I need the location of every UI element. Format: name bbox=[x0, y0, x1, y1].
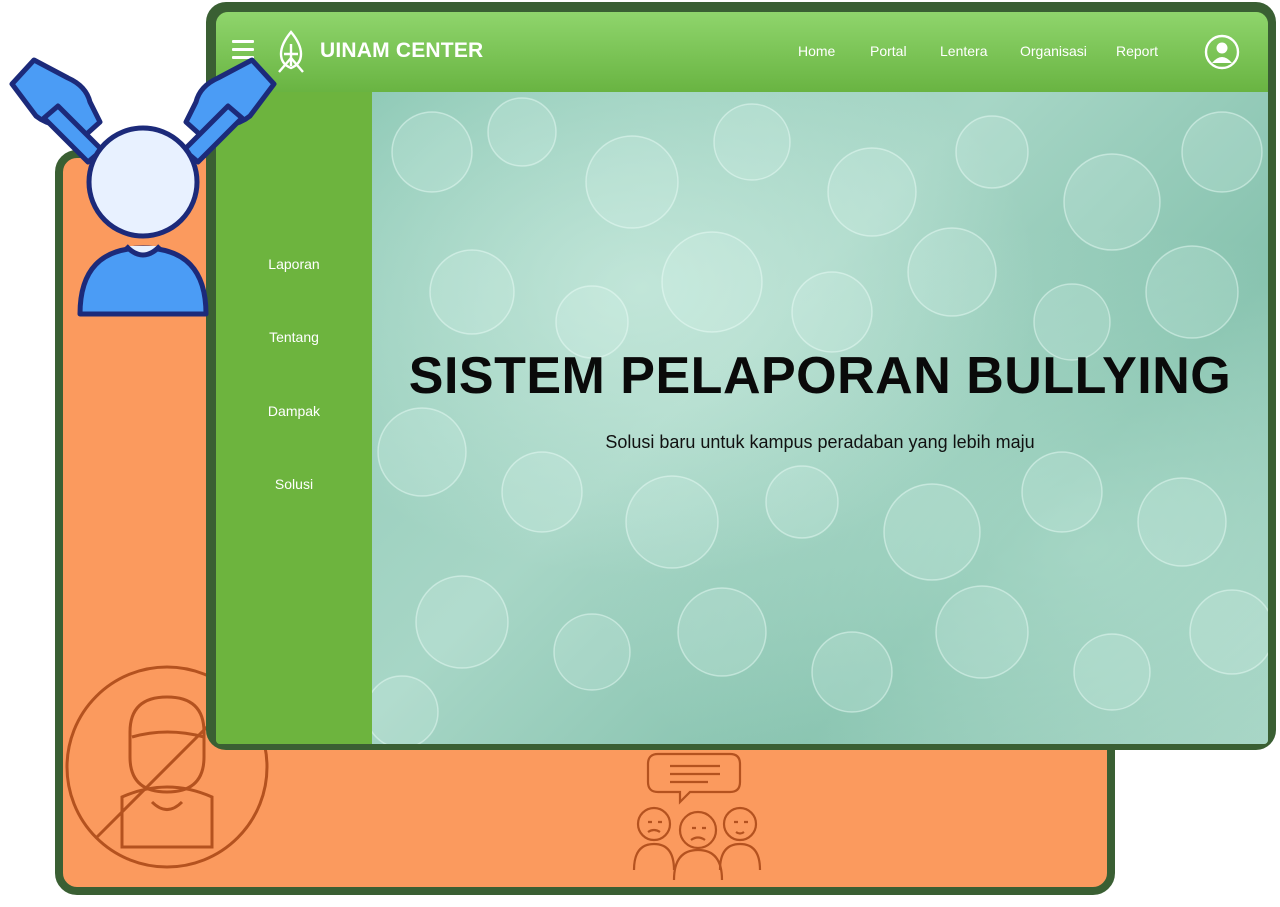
sidebar-item-solusi[interactable]: Solusi bbox=[216, 476, 372, 492]
browser-window: UINAM CENTER Home Portal Lentera Organis… bbox=[206, 2, 1276, 750]
nav-home-link[interactable]: Home bbox=[798, 43, 835, 59]
hero-subtitle: Solusi baru untuk kampus peradaban yang … bbox=[605, 432, 1035, 452]
website: UINAM CENTER Home Portal Lentera Organis… bbox=[216, 12, 1268, 744]
sidebar-item-tentang[interactable]: Tentang bbox=[216, 329, 372, 345]
hero-title: SISTEM PELAPORAN BULLYING bbox=[408, 347, 1232, 405]
bokeh-background bbox=[372, 97, 1268, 744]
nav-links: Home Portal Lentera Organisasi Report bbox=[216, 43, 1268, 63]
nav-report-link[interactable]: Report bbox=[1116, 43, 1158, 59]
nav-portal-link[interactable]: Portal bbox=[870, 43, 907, 59]
nav-organisasi-link[interactable]: Organisasi bbox=[1020, 43, 1087, 59]
upset-group-chat-icon bbox=[632, 752, 762, 881]
user-account-icon[interactable] bbox=[1204, 34, 1240, 70]
pointing-hands-at-person-icon bbox=[9, 57, 277, 317]
nav-lentera-link[interactable]: Lentera bbox=[940, 43, 987, 59]
hero-section: SISTEM PELAPORAN BULLYING Solusi baru un… bbox=[372, 92, 1268, 744]
navbar: UINAM CENTER Home Portal Lentera Organis… bbox=[216, 12, 1268, 92]
sidebar-item-dampak[interactable]: Dampak bbox=[216, 403, 372, 419]
